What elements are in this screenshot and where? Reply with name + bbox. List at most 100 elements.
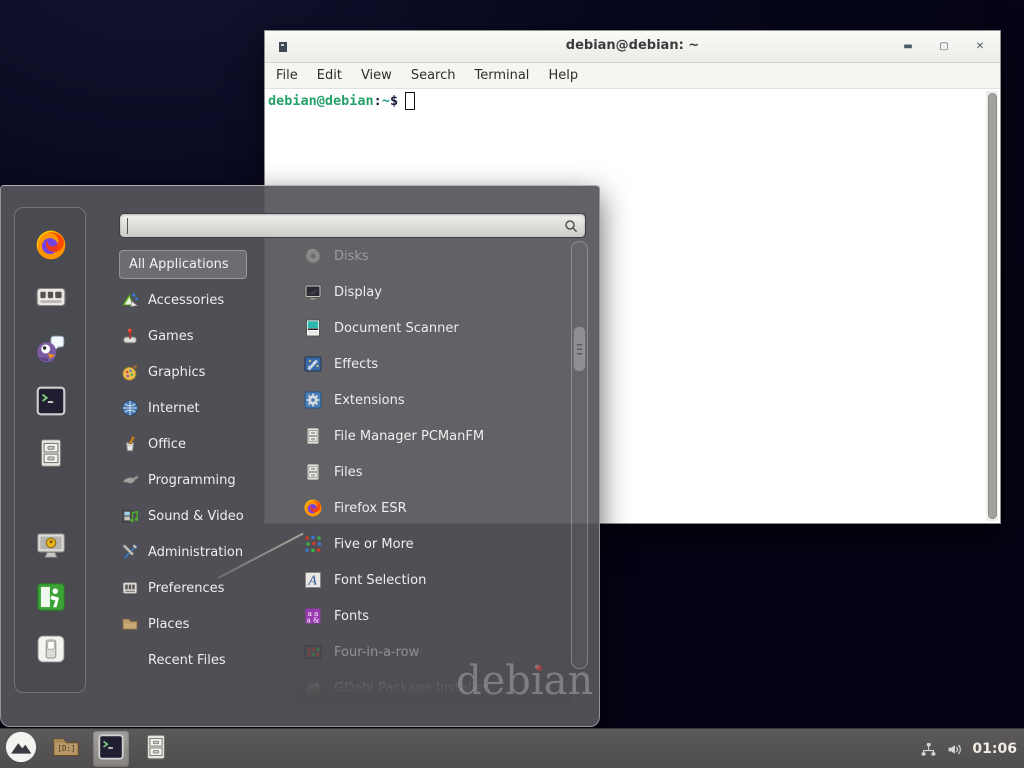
all-applications-label: All Applications — [129, 257, 229, 272]
disks-icon — [303, 246, 323, 266]
favorite-shutdown-button[interactable] — [34, 634, 68, 668]
category-label: Administration — [148, 545, 243, 560]
favorite-logout-button[interactable] — [34, 582, 68, 616]
accessories-icon — [121, 291, 139, 309]
svg-text:A: A — [307, 573, 317, 588]
minimize-button[interactable]: ▬ — [902, 42, 914, 52]
favorite-pidgin-button[interactable] — [34, 334, 68, 368]
application-item[interactable]: Effects — [291, 346, 571, 382]
category-item[interactable]: Preferences — [119, 570, 291, 606]
search-input[interactable] — [119, 213, 586, 238]
taskbar-folder-button[interactable]: [D:] — [48, 731, 84, 767]
favorite-firefox-button[interactable] — [34, 230, 68, 264]
terminal-titlebar[interactable]: debian@debian: ~ ▬ ▢ ✕ — [265, 31, 1000, 63]
category-label: Games — [148, 329, 193, 344]
close-button[interactable]: ✕ — [974, 42, 986, 52]
category-item[interactable]: Internet — [119, 390, 291, 426]
desktop: debian@debian: ~ ▬ ▢ ✕ File Edit View Searc… — [0, 0, 1024, 768]
category-item[interactable]: Games — [119, 318, 291, 354]
window-controls: ▬ ▢ ✕ — [902, 31, 986, 63]
watermark-red-dot — [536, 665, 542, 671]
file-cabinet-icon — [303, 426, 323, 446]
application-label: Display — [334, 285, 382, 300]
category-item[interactable]: Graphics — [119, 354, 291, 390]
application-label: Effects — [334, 357, 378, 372]
shutdown-icon — [34, 632, 68, 670]
taskbar-file-cabinet-button[interactable] — [138, 731, 174, 767]
application-label: Files — [334, 465, 363, 480]
application-item[interactable]: Files — [291, 454, 571, 490]
application-item[interactable]: Disks — [291, 238, 571, 274]
category-label: Places — [148, 617, 189, 632]
category-item[interactable]: Sound & Video — [119, 498, 291, 534]
category-label: Recent Files — [148, 653, 226, 668]
prompt-path: ~ — [382, 93, 390, 109]
category-label: Accessories — [148, 293, 224, 308]
favorite-control-center-button[interactable] — [34, 282, 68, 316]
category-label: Internet — [148, 401, 200, 416]
category-item[interactable]: Places — [119, 606, 291, 642]
application-item[interactable]: Five or More — [291, 526, 571, 562]
tray-volume-icon[interactable] — [946, 741, 963, 758]
file-cabinet-icon — [303, 462, 323, 482]
administration-icon — [121, 543, 139, 561]
terminal-menu-file[interactable]: File — [276, 68, 298, 83]
favorite-lock-screen-button[interactable] — [34, 530, 68, 564]
terminal-scrollbar-thumb[interactable] — [988, 93, 997, 519]
category-label: Graphics — [148, 365, 205, 380]
prompt-symbol: $ — [390, 93, 398, 109]
category-item[interactable]: Programming — [119, 462, 291, 498]
svg-text:a &: a & — [307, 617, 320, 625]
internet-icon — [121, 399, 139, 417]
search-caret — [127, 218, 128, 234]
applications-list: Disks Display Document Scanner Effects Exten… — [291, 238, 571, 704]
office-icon — [121, 435, 139, 453]
five-or-more-icon — [303, 534, 323, 554]
application-label: Five or More — [334, 537, 414, 552]
taskbar-left: [D:] — [3, 729, 174, 768]
application-label: Extensions — [334, 393, 405, 408]
fonts-icon: a aa & — [303, 606, 323, 626]
terminal-menu-help[interactable]: Help — [548, 68, 578, 83]
terminal-menu-search[interactable]: Search — [411, 68, 456, 83]
apps-scrollbar-thumb[interactable] — [573, 326, 586, 372]
taskbar-menu-launcher-button[interactable] — [3, 731, 39, 767]
maximize-button[interactable]: ▢ — [938, 42, 950, 52]
category-item[interactable]: Office — [119, 426, 291, 462]
application-item[interactable]: a aa &Fonts — [291, 598, 571, 634]
programming-icon — [121, 471, 139, 489]
terminal-menu-terminal[interactable]: Terminal — [474, 68, 529, 83]
application-label: Document Scanner — [334, 321, 459, 336]
terminal-icon — [34, 384, 68, 422]
application-item[interactable]: File Manager PCManFM — [291, 418, 571, 454]
terminal-scrollbar[interactable] — [986, 91, 998, 521]
taskbar-terminal-button[interactable] — [93, 731, 129, 767]
folder-icon: [D:] — [51, 732, 81, 766]
terminal-menu-view[interactable]: View — [361, 68, 392, 83]
favorite-file-cabinet-button[interactable] — [34, 438, 68, 472]
application-item[interactable]: Firefox ESR — [291, 490, 571, 526]
application-item[interactable]: Document Scanner — [291, 310, 571, 346]
document-scanner-icon — [303, 318, 323, 338]
prompt-separator: : — [374, 93, 382, 109]
svg-text:[D:]: [D:] — [57, 744, 75, 753]
category-item[interactable]: Accessories — [119, 282, 291, 318]
prompt-user-host: debian@debian — [268, 93, 374, 109]
all-applications-button[interactable]: All Applications — [119, 250, 247, 279]
application-label: Four-in-a-row — [334, 645, 419, 660]
category-item[interactable]: Recent Files — [119, 642, 291, 678]
application-item[interactable]: AFont Selection — [291, 562, 571, 598]
application-item[interactable]: Extensions — [291, 382, 571, 418]
menu-launcher-icon — [4, 730, 38, 768]
graphics-icon — [121, 363, 139, 381]
terminal-menu-edit[interactable]: Edit — [317, 68, 342, 83]
apps-scrollbar-track[interactable] — [571, 241, 588, 669]
effects-icon — [303, 354, 323, 374]
pidgin-icon — [34, 332, 68, 370]
favorite-terminal-button[interactable] — [34, 386, 68, 420]
tray-network-icon[interactable] — [920, 741, 937, 758]
gdebi-icon — [303, 678, 323, 698]
application-item[interactable]: Display — [291, 274, 571, 310]
file-cabinet-icon — [141, 732, 171, 766]
application-menu: debian All Applications AccessoriesGames… — [0, 185, 600, 727]
